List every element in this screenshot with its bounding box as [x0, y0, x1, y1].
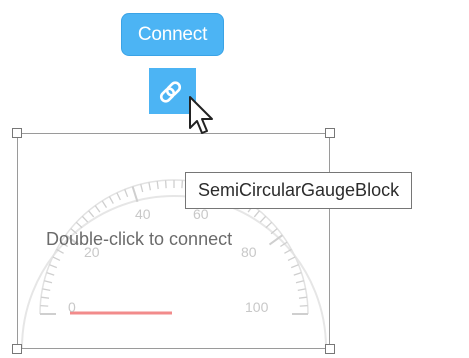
gauge-minor-tick [88, 210, 95, 218]
resize-handle-bottom-right[interactable] [325, 344, 335, 354]
gauge-minor-tick [164, 180, 167, 189]
gauge-minor-tick [41, 296, 50, 299]
gauge-minor-tick [49, 264, 58, 269]
gauge-minor-tick [156, 181, 159, 190]
gauge-minor-tick [101, 200, 108, 208]
gauge-minor-tick [253, 210, 260, 218]
gauge-minor-tick [81, 215, 89, 223]
gauge-minor-tick [52, 256, 61, 261]
gauge-minor-tick [140, 184, 144, 193]
gauge-minor-tick [108, 196, 114, 204]
gauge-label-max: 100 [245, 299, 269, 315]
gauge-major-tick [131, 186, 139, 203]
gauge-minor-tick [259, 215, 267, 223]
gauge-minor-tick [293, 271, 302, 276]
gauge-minor-tick [298, 296, 307, 299]
gauge-minor-tick [287, 256, 296, 261]
gauge-minor-tick [181, 180, 184, 189]
gauge-minor-tick [42, 288, 51, 292]
connect-hint-text: Double-click to connect [46, 229, 233, 249]
resize-handle-top-right[interactable] [325, 128, 335, 138]
gauge-minor-tick [295, 280, 304, 284]
gauge-minor-tick [46, 271, 55, 276]
gauge-label-40: 40 [135, 206, 151, 222]
connect-button[interactable]: Connect [121, 13, 224, 56]
resize-handle-bottom-left[interactable] [12, 344, 22, 354]
gauge-minor-tick [290, 264, 299, 269]
gauge-minor-tick [44, 280, 53, 284]
gauge-minor-tick [75, 221, 83, 229]
gauge-minor-tick [124, 189, 129, 198]
mouse-pointer-icon [189, 96, 213, 134]
gauge-minor-tick [116, 192, 121, 201]
designer-canvas[interactable]: Connect 0 20 40 60 80 100 Double-click t… [0, 0, 469, 358]
gauge-minor-tick [148, 182, 152, 191]
gauge-minor-tick [94, 205, 101, 213]
gauge-minor-tick [40, 304, 49, 307]
resize-handle-top-left[interactable] [12, 128, 22, 138]
gauge-minor-tick [297, 288, 306, 292]
gauge-label-min: 0 [68, 299, 76, 315]
block-type-tooltip: SemiCircularGaugeBlock [185, 172, 413, 209]
gauge-minor-tick [265, 221, 273, 229]
gauge-minor-tick [299, 304, 308, 307]
